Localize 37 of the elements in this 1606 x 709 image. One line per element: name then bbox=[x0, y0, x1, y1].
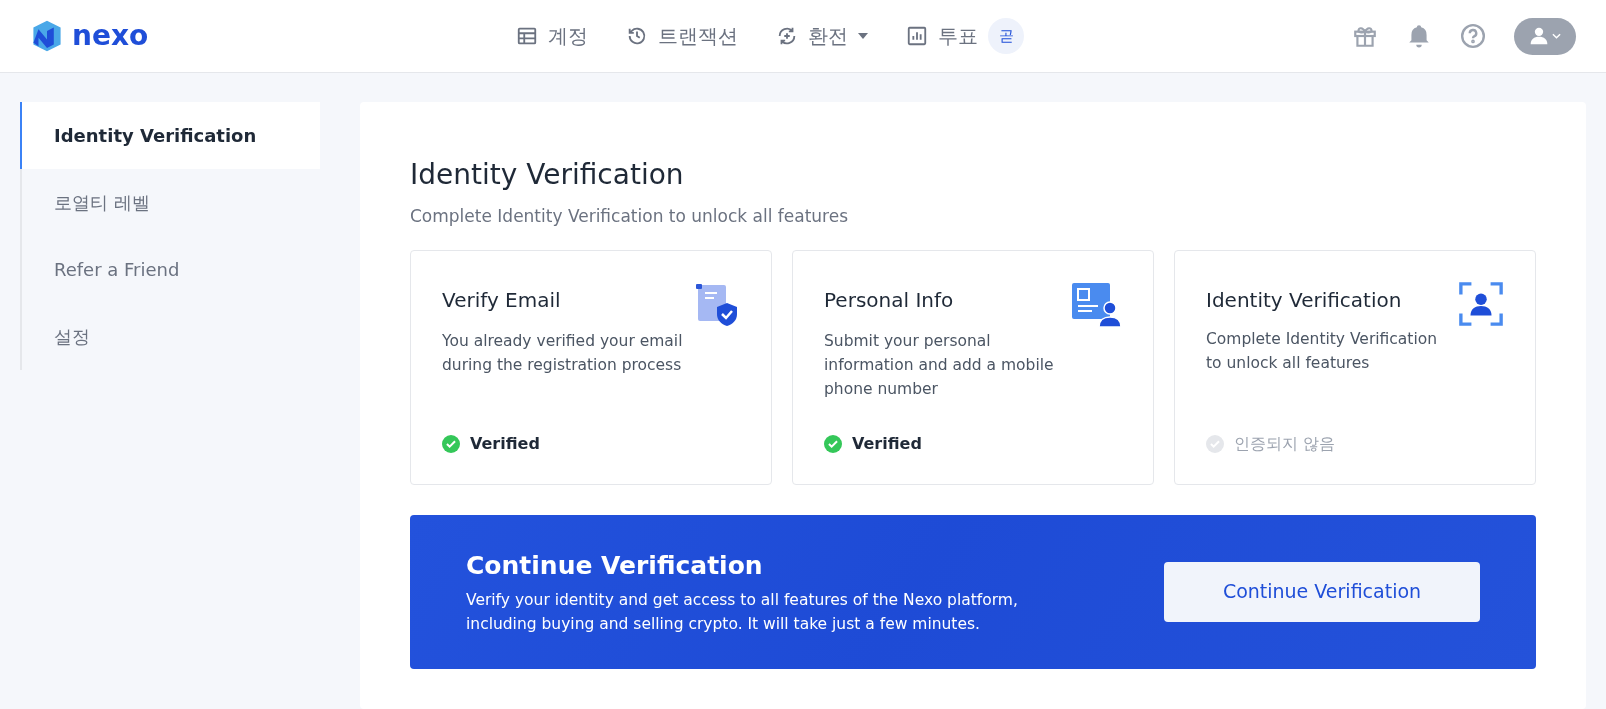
card-title: Personal Info bbox=[824, 286, 954, 314]
chevron-down-icon bbox=[1552, 33, 1561, 39]
status-label: Verified bbox=[852, 432, 922, 455]
id-card-person-icon bbox=[1070, 280, 1122, 329]
card-description: Complete Identity Verification to unlock all features bbox=[1206, 328, 1439, 374]
sidebar-item[interactable]: 로열티 레벨 bbox=[20, 169, 320, 236]
logo-wordmark[interactable]: nexo bbox=[72, 22, 149, 50]
card-description: Submit your personal information and add a mobile phone number bbox=[824, 330, 1055, 400]
chart-icon bbox=[906, 25, 928, 47]
status-label: Verified bbox=[470, 432, 540, 455]
exchange-icon bbox=[776, 25, 798, 47]
nav-link[interactable]: 계정 bbox=[516, 21, 588, 51]
status-label: 인증되지 않음 bbox=[1234, 432, 1336, 455]
face-scan-icon bbox=[1458, 280, 1504, 327]
sidebar-item[interactable]: 설정 bbox=[20, 303, 320, 370]
soon-badge: 곧 bbox=[988, 18, 1024, 54]
logo-icon bbox=[30, 19, 64, 53]
card-title: Verify Email bbox=[442, 286, 561, 314]
nav-link[interactable]: 환전 bbox=[776, 21, 868, 51]
account-menu-button[interactable] bbox=[1514, 17, 1576, 55]
card-description: You already verified your email during the registration process bbox=[442, 330, 684, 376]
banner-text: Verify your identity and get access to all features of the Nexo platform, including buying and selling crypto. It will take just a few minutes. bbox=[466, 590, 1019, 636]
table-icon bbox=[516, 25, 538, 47]
user-icon bbox=[1529, 26, 1549, 46]
sidebar-item[interactable]: Refer a Friend bbox=[20, 236, 320, 303]
caret-icon bbox=[858, 33, 868, 39]
bell-icon[interactable] bbox=[1406, 23, 1432, 49]
banner-title: Continue Verification bbox=[466, 549, 764, 582]
continue-verification-button[interactable]: Continue Verification bbox=[1164, 561, 1480, 622]
sidebar-item[interactable]: Identity Verification bbox=[20, 102, 320, 169]
history-icon bbox=[626, 25, 648, 47]
page-title: Identity Verification bbox=[410, 157, 685, 193]
nav-link[interactable]: 투표 곧 bbox=[906, 18, 1024, 54]
card-title: Identity Verification bbox=[1206, 286, 1402, 314]
help-icon[interactable] bbox=[1460, 23, 1486, 49]
nav-link[interactable]: 트랜잭션 bbox=[626, 21, 738, 51]
page-subtitle: Complete Identity Verification to unlock all features bbox=[410, 205, 850, 228]
